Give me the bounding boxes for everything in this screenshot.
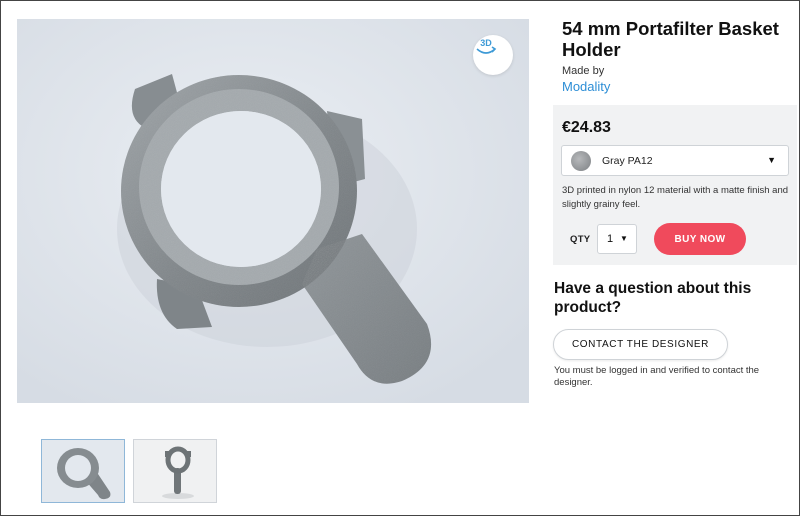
- chevron-down-icon: ▼: [620, 234, 628, 243]
- product-render: [17, 19, 529, 403]
- product-title: 54 mm Portafilter Basket Holder: [562, 18, 779, 60]
- purchase-panel: €24.83 Gray PA12 ▼ 3D printed in nylon 1…: [553, 105, 797, 265]
- quantity-value: 1: [607, 233, 614, 245]
- quantity-select[interactable]: 1 ▼: [597, 224, 637, 254]
- thumbnail-side-view[interactable]: [133, 439, 217, 503]
- view-3d-button[interactable]: 3D: [473, 35, 513, 75]
- view-3d-label: 3D: [480, 38, 492, 48]
- rotate-3d-icon: 3D: [476, 38, 497, 54]
- material-swatch: [571, 150, 591, 171]
- made-by-label: Made by: [562, 65, 605, 77]
- thumbnail-side-image: [134, 440, 216, 502]
- contact-designer-button[interactable]: CONTACT THE DESIGNER: [553, 329, 728, 360]
- question-heading: Have a question about this product?: [554, 280, 752, 316]
- material-description: 3D printed in nylon 12 material with a m…: [562, 185, 789, 210]
- chevron-down-icon: ▼: [767, 155, 776, 165]
- product-main-image: 3D: [17, 19, 529, 403]
- material-select[interactable]: Gray PA12 ▼: [561, 145, 789, 176]
- contact-note: You must be logged in and verified to co…: [554, 365, 760, 388]
- thumbnail-top-view[interactable]: [41, 439, 125, 503]
- price: €24.83: [562, 119, 611, 136]
- buy-now-button[interactable]: BUY NOW: [654, 223, 746, 255]
- thumbnail-top-image: [42, 440, 124, 502]
- qty-label: QTY: [570, 234, 591, 245]
- designer-link[interactable]: Modality: [562, 79, 610, 94]
- material-select-value: Gray PA12: [602, 154, 653, 167]
